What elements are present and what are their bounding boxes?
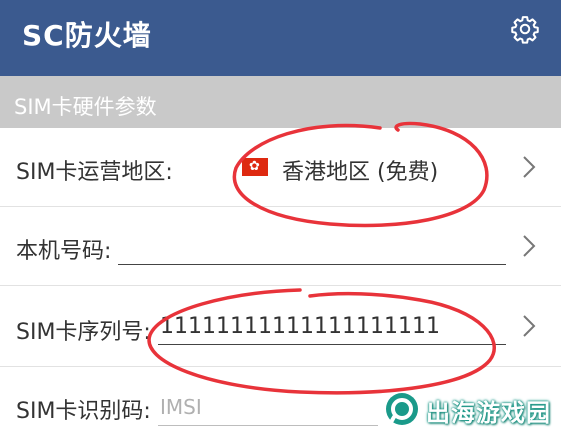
chevron-right-icon[interactable] [520, 153, 538, 181]
sim-imsi-input[interactable]: IMSI [160, 395, 202, 419]
sim-imsi-field[interactable] [158, 425, 378, 426]
row-sim-serial[interactable]: SIM卡序列号: 11111111111111111111 [0, 286, 561, 367]
app-bar: SC防火墙 [0, 0, 561, 76]
phone-number-field[interactable] [118, 264, 506, 265]
watermark-logo-icon [386, 393, 418, 426]
hong-kong-flag-icon: ✿ [242, 158, 268, 176]
row-phone-number[interactable]: 本机号码: [0, 207, 561, 286]
sim-serial-label: SIM卡序列号: [16, 320, 151, 345]
sim-region-value: 香港地区 (免费) [282, 160, 439, 185]
sim-serial-field[interactable] [158, 344, 506, 345]
watermark-text: 出海游戏园 [426, 399, 551, 427]
row-sim-region[interactable]: SIM卡运营地区: ✿ 香港地区 (免费) [0, 128, 561, 207]
sim-imsi-label: SIM卡识别码: [16, 399, 151, 424]
sim-serial-value[interactable]: 11111111111111111111 [160, 314, 440, 339]
section-title: SIM卡硬件参数 [14, 95, 157, 119]
sim-region-label: SIM卡运营地区: [16, 160, 173, 185]
phone-number-label: 本机号码: [16, 239, 112, 264]
app-title: SC防火墙 [22, 19, 152, 52]
section-header: SIM卡硬件参数 [0, 76, 561, 128]
chevron-right-icon[interactable] [520, 232, 538, 260]
gear-icon[interactable] [510, 14, 540, 44]
chevron-right-icon[interactable] [520, 312, 538, 340]
